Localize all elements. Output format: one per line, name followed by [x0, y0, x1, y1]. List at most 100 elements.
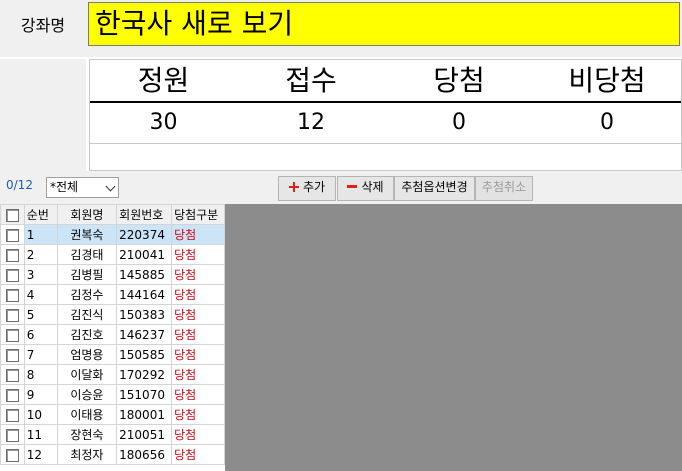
member-number: 146237	[116, 324, 173, 345]
draw-result: 당첨	[171, 244, 225, 265]
row-checkbox[interactable]	[0, 324, 25, 345]
draw-result: 당첨	[171, 424, 225, 445]
draw-result: 당첨	[171, 284, 225, 305]
stat-value-not-won: 0	[600, 110, 614, 135]
column-header[interactable]: 회원번호	[116, 204, 173, 225]
draw-result: 당첨	[171, 264, 225, 285]
row-number: 12	[23, 444, 58, 465]
row-number: 7	[23, 344, 58, 365]
table-row[interactable]: 6 김진호 146237 당첨	[0, 324, 225, 345]
table-row[interactable]: 9 이승윤 151070 당첨	[0, 384, 225, 405]
row-checkbox[interactable]	[0, 444, 25, 465]
empty-grid-area	[225, 204, 682, 471]
checkbox-icon	[5, 308, 19, 322]
stat-value-capacity: 30	[149, 110, 178, 135]
row-number: 3	[23, 264, 58, 285]
draw-result: 당첨	[171, 224, 225, 245]
member-name: 김진식	[56, 304, 118, 325]
member-number: 150383	[116, 304, 173, 325]
filter-dropdown[interactable]: *전체	[46, 177, 119, 198]
row-checkbox[interactable]	[0, 224, 25, 245]
member-number: 220374	[116, 224, 173, 245]
chevron-down-icon	[105, 181, 116, 192]
row-number: 4	[23, 284, 58, 305]
member-name: 김진호	[56, 324, 118, 345]
course-title-field[interactable]: 한국사 새로 보기	[88, 2, 680, 46]
select-all-checkbox[interactable]	[0, 204, 25, 225]
table-row[interactable]: 4 김정수 144164 당첨	[0, 284, 225, 305]
stat-header-applied: 접수	[237, 60, 385, 103]
checkbox-icon	[5, 348, 19, 362]
draw-result: 당첨	[171, 364, 225, 385]
filter-value: *전체	[50, 180, 79, 194]
row-checkbox[interactable]	[0, 344, 25, 365]
member-number: 210051	[116, 424, 173, 445]
checkbox-icon	[5, 368, 19, 382]
checkbox-icon	[5, 208, 19, 222]
row-number: 10	[23, 404, 58, 425]
row-number: 2	[23, 244, 58, 265]
row-checkbox[interactable]	[0, 404, 25, 425]
grid-header-row: 순번 회원명 회원번호 당첨구분	[0, 204, 225, 225]
add-button[interactable]: 추가	[278, 176, 336, 201]
row-number: 11	[23, 424, 58, 445]
stat-header-won: 당첨	[385, 60, 533, 103]
change-draw-options-button[interactable]: 추첨옵션변경	[394, 176, 475, 201]
divider	[90, 143, 681, 144]
cancel-draw-button[interactable]: 추첨취소	[475, 176, 533, 201]
draw-result: 당첨	[171, 384, 225, 405]
row-checkbox[interactable]	[0, 364, 25, 385]
add-button-label: 추가	[302, 180, 326, 194]
stat-header-not-won: 비당첨	[533, 60, 681, 103]
member-number: 180656	[116, 444, 173, 465]
member-name: 엄명용	[56, 344, 118, 365]
table-row[interactable]: 2 김경태 210041 당첨	[0, 244, 225, 265]
member-name: 장현숙	[56, 424, 118, 445]
member-name: 김정수	[56, 284, 118, 305]
member-name: 김병필	[56, 264, 118, 285]
member-name: 김경태	[56, 244, 118, 265]
table-row[interactable]: 10 이태용 180001 당첨	[0, 404, 225, 425]
table-row[interactable]: 1 권복숙 220374 당첨	[0, 224, 225, 245]
draw-result: 당첨	[171, 324, 225, 345]
draw-result: 당첨	[171, 304, 225, 325]
column-header[interactable]: 당첨구분	[171, 204, 225, 225]
member-name: 이승윤	[56, 384, 118, 405]
row-checkbox[interactable]	[0, 244, 25, 265]
checkbox-icon	[5, 288, 19, 302]
row-checkbox[interactable]	[0, 384, 25, 405]
row-checkbox[interactable]	[0, 304, 25, 325]
delete-button-label: 삭제	[361, 180, 384, 194]
table-row[interactable]: 11 장현숙 210051 당첨	[0, 424, 225, 445]
minus-icon	[347, 182, 358, 192]
row-checkbox[interactable]	[0, 264, 25, 285]
row-checkbox[interactable]	[0, 284, 25, 305]
member-number: 151070	[116, 384, 173, 405]
row-number: 9	[23, 384, 58, 405]
checkbox-icon	[5, 428, 19, 442]
draw-result: 당첨	[171, 444, 225, 465]
table-row[interactable]: 5 김진식 150383 당첨	[0, 304, 225, 325]
table-row[interactable]: 12 최정자 180656 당첨	[0, 444, 225, 465]
member-number: 170292	[116, 364, 173, 385]
column-header[interactable]: 순번	[23, 204, 58, 225]
table-row[interactable]: 7 엄명용 150585 당첨	[0, 344, 225, 365]
member-number: 210041	[116, 244, 173, 265]
checkbox-icon	[5, 388, 19, 402]
column-header[interactable]: 회원명	[56, 204, 118, 225]
member-name: 최정자	[56, 444, 118, 465]
member-number: 180001	[116, 404, 173, 425]
member-grid: 순번 회원명 회원번호 당첨구분 1 권복숙 220374 당첨 2 김경태 210041 당…	[0, 204, 225, 471]
checkbox-icon	[5, 408, 19, 422]
delete-button[interactable]: 삭제	[337, 176, 394, 201]
draw-result: 당첨	[171, 344, 225, 365]
table-row[interactable]: 3 김병필 145885 당첨	[0, 264, 225, 285]
row-checkbox[interactable]	[0, 424, 25, 445]
draw-result: 당첨	[171, 404, 225, 425]
row-number: 1	[23, 224, 58, 245]
table-row[interactable]: 8 이달화 170292 당첨	[0, 364, 225, 385]
member-number: 150585	[116, 344, 173, 365]
row-number: 8	[23, 364, 58, 385]
member-number: 145885	[116, 264, 173, 285]
stats-table: 정원 접수 당첨 비당첨 30 12 0 0	[89, 59, 682, 171]
